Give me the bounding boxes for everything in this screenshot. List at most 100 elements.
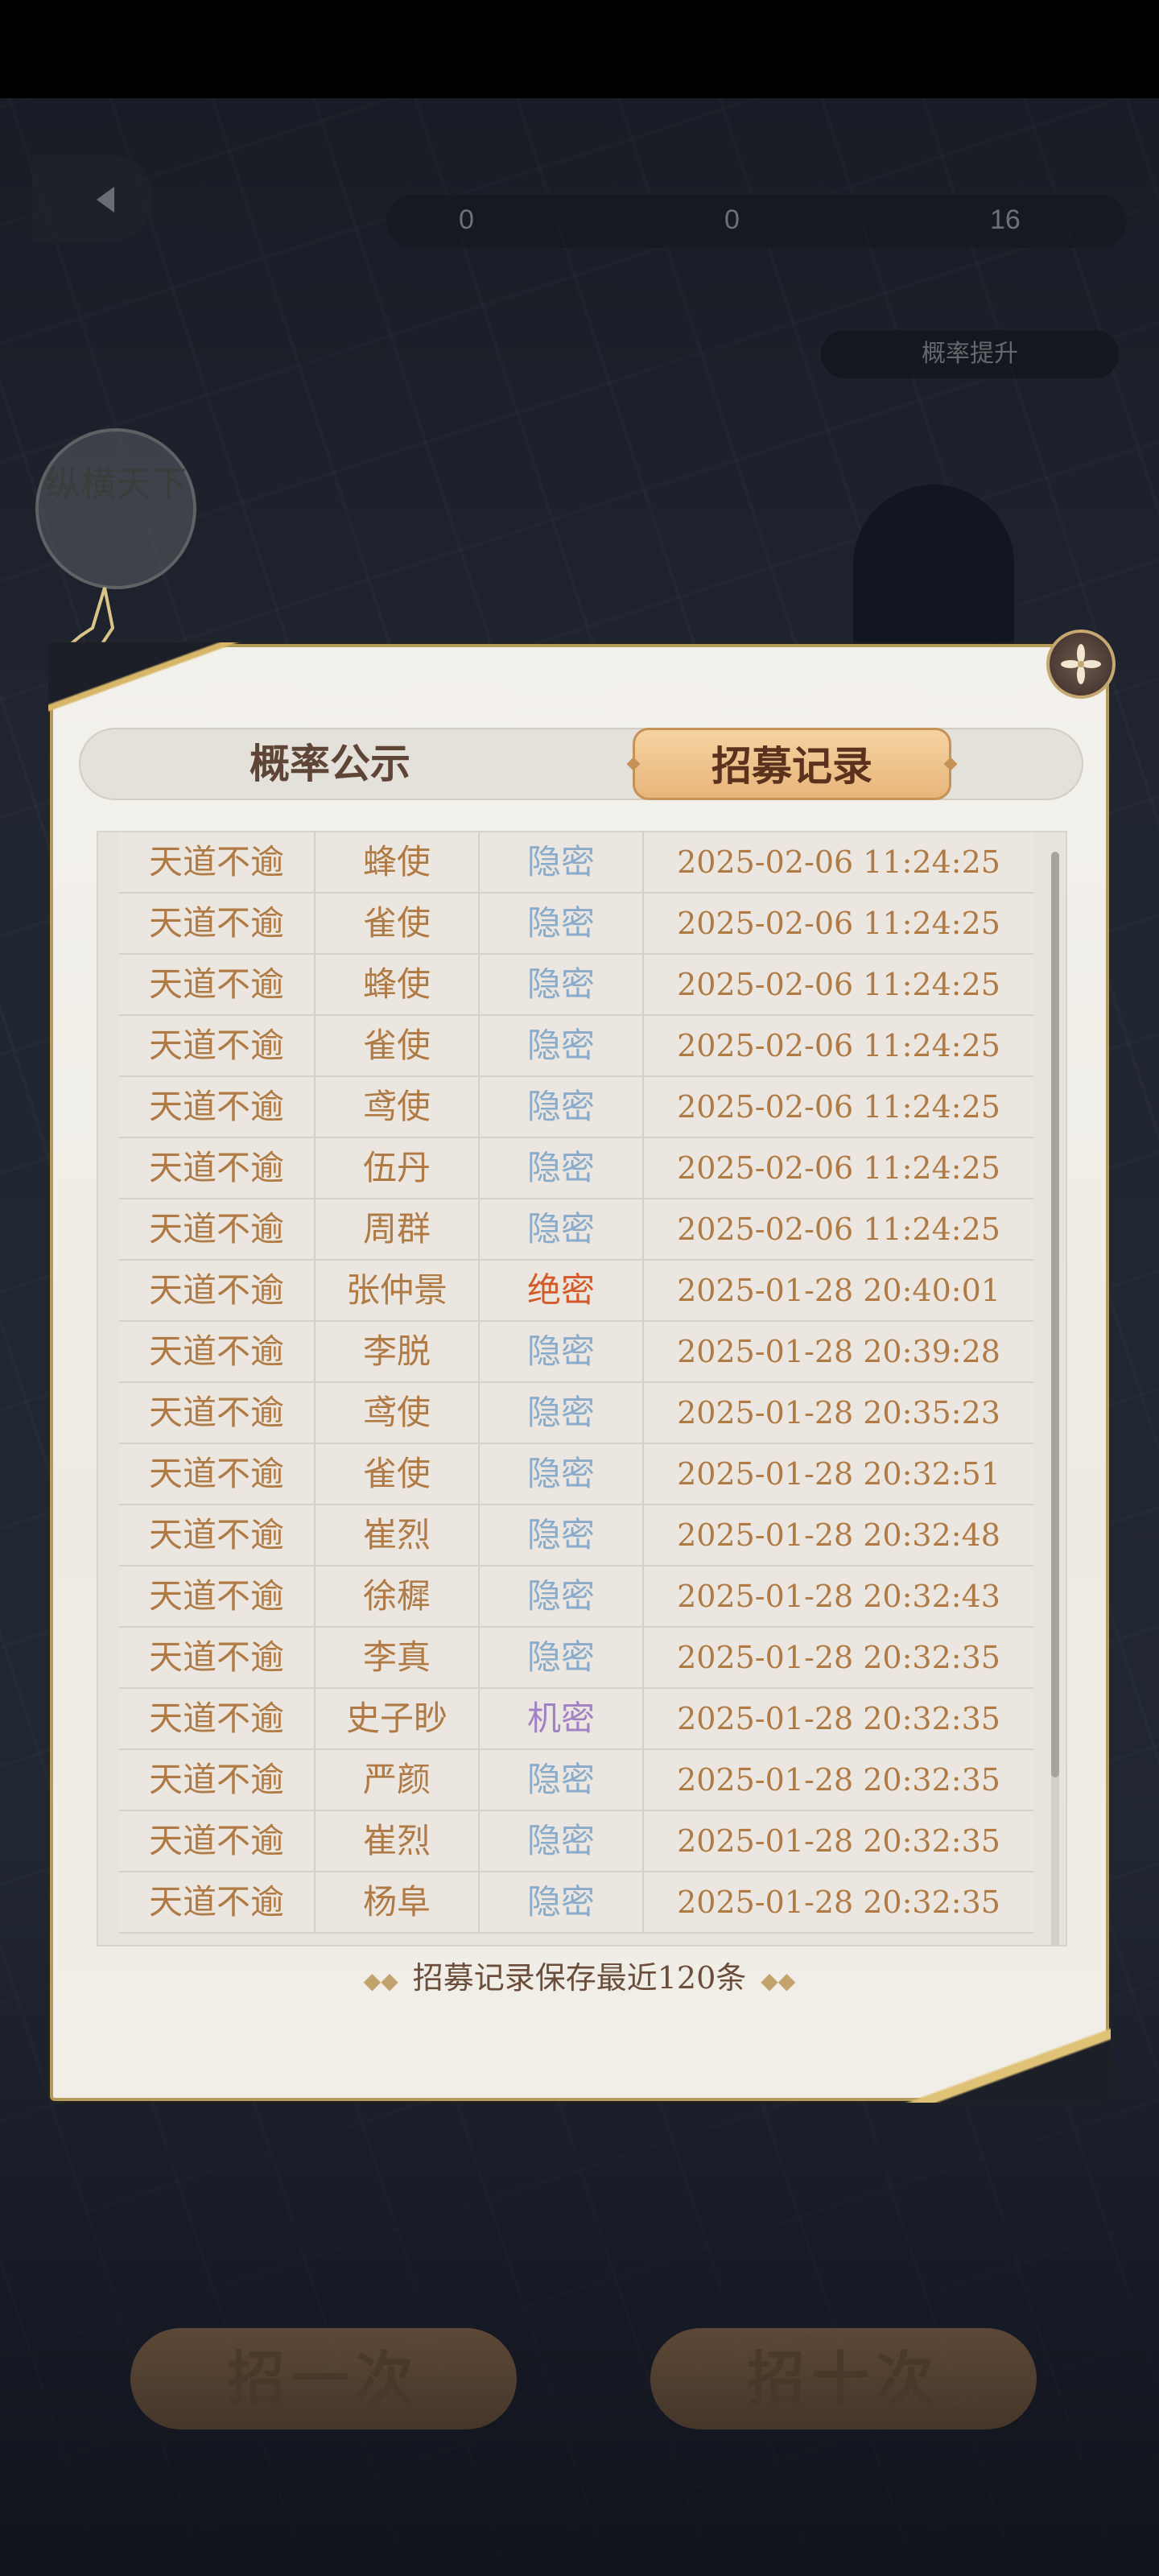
resource-value-2: 0 xyxy=(724,204,740,235)
tab-diamond-ornament xyxy=(943,757,958,771)
record-time: 2025-01-28 20:32:35 xyxy=(677,1823,1000,1859)
record-row: 天道不逾 鸢使 隐密 2025-01-28 20:35:23 xyxy=(119,1383,1033,1444)
record-hero-name: 鸢使 xyxy=(316,1077,480,1137)
record-rarity: 隐密 xyxy=(480,1138,644,1198)
probability-link[interactable]: 概率提升 xyxy=(821,330,1119,378)
pull-ten-button[interactable]: 招十次 xyxy=(650,2328,1037,2429)
record-pool: 天道不逾 xyxy=(119,1444,316,1504)
record-rarity: 绝密 xyxy=(480,1261,644,1320)
pull-once-button[interactable]: 招一次 xyxy=(130,2328,517,2429)
record-pool: 天道不逾 xyxy=(119,1322,316,1381)
record-pool: 天道不逾 xyxy=(119,1016,316,1075)
record-time: 2025-02-06 11:24:25 xyxy=(677,906,1000,941)
record-rarity: 隐密 xyxy=(480,1383,644,1443)
resource-value-1: 0 xyxy=(459,204,474,235)
record-time: 2025-02-06 11:24:25 xyxy=(677,1212,1000,1247)
record-row: 天道不逾 严颜 隐密 2025-01-28 20:32:35 xyxy=(119,1750,1033,1811)
record-pool: 天道不逾 xyxy=(119,1505,316,1565)
resource-bar: 0 0 16 xyxy=(386,195,1127,248)
record-rarity: 隐密 xyxy=(480,1872,644,1932)
record-pool: 天道不逾 xyxy=(119,1261,316,1320)
record-pool: 天道不逾 xyxy=(119,1138,316,1198)
record-rarity: 隐密 xyxy=(480,955,644,1014)
resource-value-3: 16 xyxy=(990,204,1021,235)
record-time: 2025-01-28 20:32:48 xyxy=(677,1517,1000,1553)
record-hero-name: 张仲景 xyxy=(316,1261,480,1320)
record-rarity: 隐密 xyxy=(480,1750,644,1810)
seal-emblem: 纵横天下 xyxy=(35,428,196,589)
back-button[interactable] xyxy=(32,155,153,243)
record-rarity: 隐密 xyxy=(480,894,644,953)
record-hero-name: 雀使 xyxy=(316,1016,480,1075)
record-time: 2025-02-06 11:24:25 xyxy=(677,1028,1000,1063)
record-time: 2025-01-28 20:32:35 xyxy=(677,1885,1000,1920)
record-hero-name: 蜂使 xyxy=(316,832,480,892)
record-pool: 天道不逾 xyxy=(119,1750,316,1810)
record-row: 天道不逾 伍丹 隐密 2025-02-06 11:24:25 xyxy=(119,1138,1033,1199)
record-hero-name: 李脱 xyxy=(316,1322,480,1381)
record-time: 2025-02-06 11:24:25 xyxy=(677,1089,1000,1125)
record-time: 2025-02-06 11:24:25 xyxy=(677,1150,1000,1186)
record-hero-name: 史子眇 xyxy=(316,1689,480,1748)
footer-note: ◆◆ 招募记录保存最近120条 ◆◆ xyxy=(53,1953,1106,1997)
record-hero-name: 伍丹 xyxy=(316,1138,480,1198)
scrollbar-thumb[interactable] xyxy=(1051,852,1059,1777)
record-row: 天道不逾 雀使 隐密 2025-02-06 11:24:25 xyxy=(119,1016,1033,1077)
record-row: 天道不逾 崔烈 隐密 2025-01-28 20:32:48 xyxy=(119,1505,1033,1567)
record-hero-name: 崔烈 xyxy=(316,1505,480,1565)
record-rarity: 隐密 xyxy=(480,1016,644,1075)
record-rarity: 隐密 xyxy=(480,832,644,892)
record-time: 2025-01-28 20:32:35 xyxy=(677,1640,1000,1675)
record-hero-name: 蜂使 xyxy=(316,955,480,1014)
status-bar xyxy=(0,0,1159,98)
record-rarity: 机密 xyxy=(480,1689,644,1748)
record-pool: 天道不逾 xyxy=(119,955,316,1014)
record-row: 天道不逾 鸢使 隐密 2025-02-06 11:24:25 xyxy=(119,1077,1033,1138)
close-button[interactable] xyxy=(1046,630,1116,699)
record-pool: 天道不逾 xyxy=(119,832,316,892)
record-pool: 天道不逾 xyxy=(119,1811,316,1871)
record-hero-name: 雀使 xyxy=(316,1444,480,1504)
tab-recruit-records-label: 招募记录 xyxy=(711,742,872,790)
record-rarity: 隐密 xyxy=(480,1444,644,1504)
footer-note-text: 招募记录保存最近120条 xyxy=(412,1960,747,1996)
record-row: 天道不逾 周群 隐密 2025-02-06 11:24:25 xyxy=(119,1199,1033,1261)
record-row: 天道不逾 李脱 隐密 2025-01-28 20:39:28 xyxy=(119,1322,1033,1383)
tab-bar: 概率公示 招募记录 xyxy=(79,728,1083,800)
record-row: 天道不逾 张仲景 绝密 2025-01-28 20:40:01 xyxy=(119,1261,1033,1322)
close-flower-icon xyxy=(1061,644,1101,684)
record-hero-name: 杨阜 xyxy=(316,1872,480,1932)
tab-probability[interactable]: 概率公示 xyxy=(177,729,483,799)
tab-recruit-records[interactable]: 招募记录 xyxy=(626,728,958,800)
record-hero-name: 崔烈 xyxy=(316,1811,480,1871)
ornament-right-icon: ◆◆ xyxy=(761,1967,796,1994)
record-hero-name: 李真 xyxy=(316,1628,480,1687)
record-time: 2025-01-28 20:35:23 xyxy=(677,1395,1000,1430)
record-pool: 天道不逾 xyxy=(119,1199,316,1259)
record-time: 2025-01-28 20:39:28 xyxy=(677,1334,1000,1369)
record-row: 天道不逾 蜂使 隐密 2025-02-06 11:24:25 xyxy=(119,955,1033,1016)
tab-diamond-ornament xyxy=(626,757,641,771)
record-hero-name: 雀使 xyxy=(316,894,480,953)
record-hero-name: 鸢使 xyxy=(316,1383,480,1443)
record-pool: 天道不逾 xyxy=(119,1567,316,1626)
record-time: 2025-02-06 11:24:25 xyxy=(677,844,1000,880)
record-rarity: 隐密 xyxy=(480,1077,644,1137)
record-hero-name: 周群 xyxy=(316,1199,480,1259)
record-rarity: 隐密 xyxy=(480,1567,644,1626)
record-row: 天道不逾 杨阜 隐密 2025-01-28 20:32:35 xyxy=(119,1872,1033,1934)
record-time: 2025-01-28 20:32:51 xyxy=(677,1456,1000,1492)
record-time: 2025-01-28 20:32:35 xyxy=(677,1701,1000,1736)
record-row: 天道不逾 雀使 隐密 2025-02-06 11:24:25 xyxy=(119,894,1033,955)
record-hero-name: 严颜 xyxy=(316,1750,480,1810)
records-table[interactable]: 天道不逾 蜂使 隐密 2025-02-06 11:24:25 天道不逾 雀使 隐密 2025-… xyxy=(97,831,1067,1946)
record-time: 2025-01-28 20:32:43 xyxy=(677,1579,1000,1614)
record-rarity: 隐密 xyxy=(480,1322,644,1381)
recruit-record-dialog: 概率公示 招募记录 天道不逾 蜂使 隐密 2025-02-06 11:24:25 天道不… xyxy=(48,642,1111,2103)
record-time: 2025-01-28 20:40:01 xyxy=(677,1273,1000,1308)
record-row: 天道不逾 史子眇 机密 2025-01-28 20:32:35 xyxy=(119,1689,1033,1750)
record-pool: 天道不逾 xyxy=(119,1383,316,1443)
record-row: 天道不逾 雀使 隐密 2025-01-28 20:32:51 xyxy=(119,1444,1033,1505)
record-pool: 天道不逾 xyxy=(119,894,316,953)
record-pool: 天道不逾 xyxy=(119,1689,316,1748)
